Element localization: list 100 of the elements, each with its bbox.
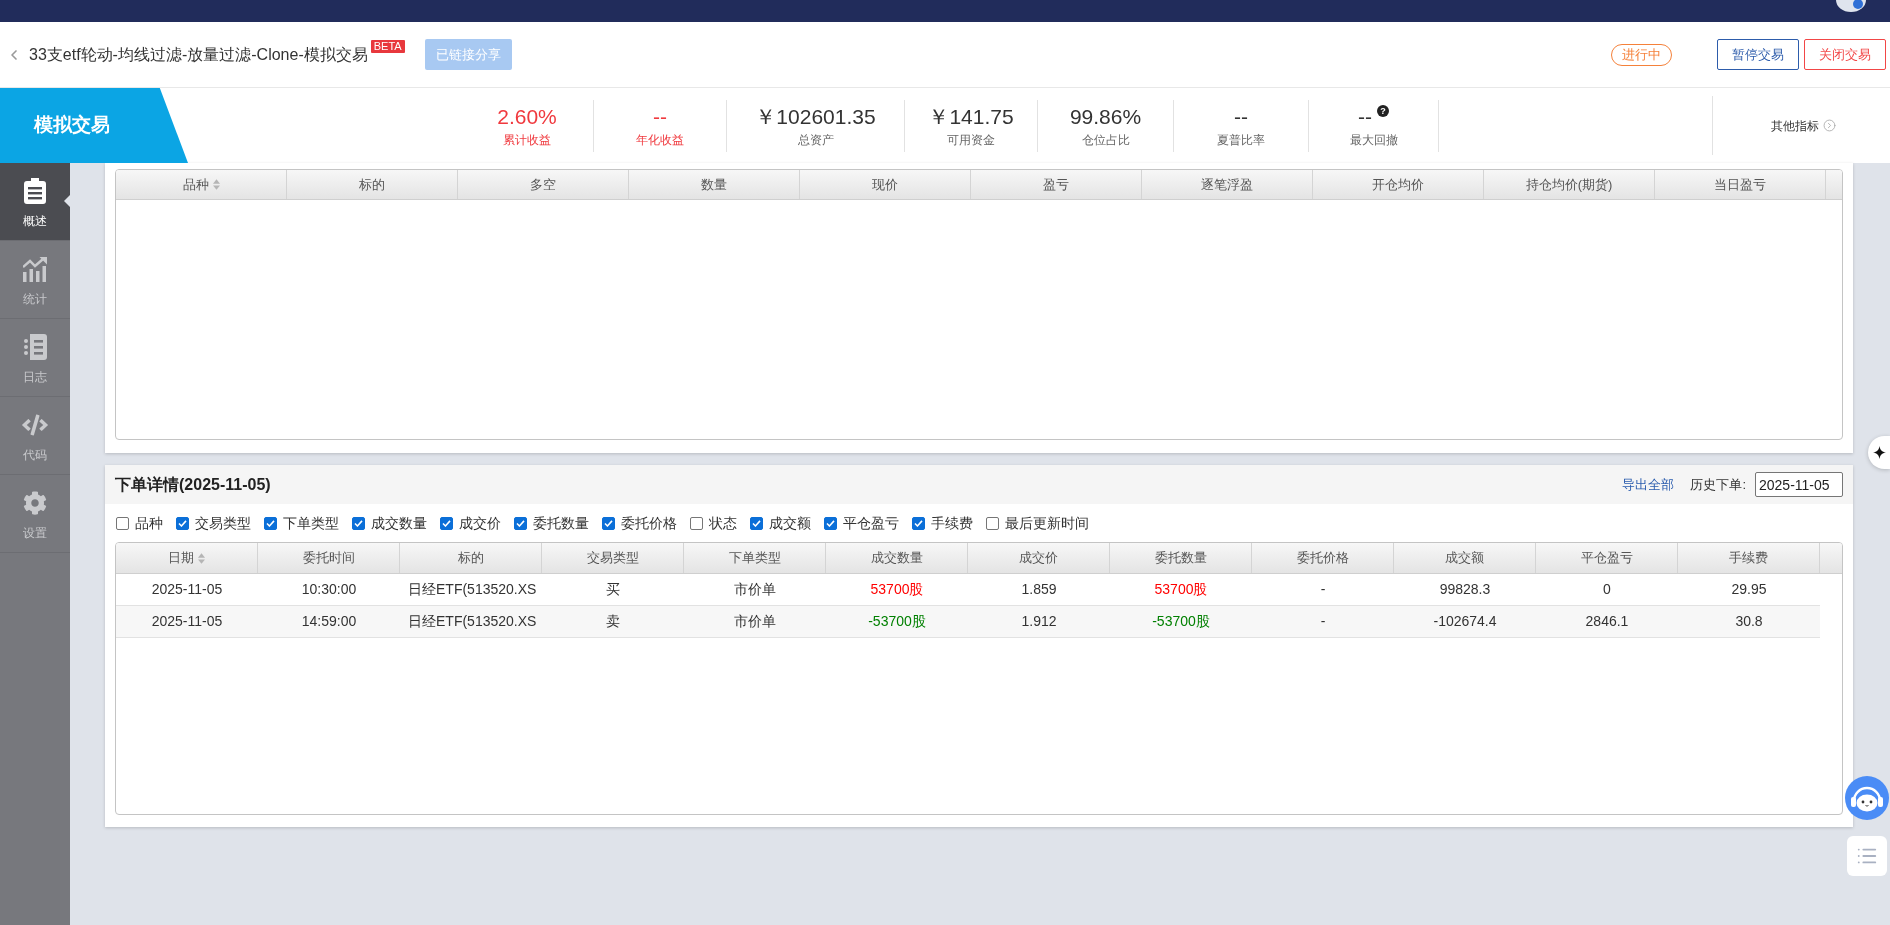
sort-icon xyxy=(198,552,205,564)
code-icon xyxy=(22,414,48,436)
settings-icon xyxy=(23,491,47,515)
table-cell-text: 日经ETF(513520.XS xyxy=(407,580,538,599)
selection-pointer-icon xyxy=(64,195,70,207)
stat-label: 总资产 xyxy=(797,132,834,148)
table-cell-text: 0 xyxy=(1602,580,1612,599)
checkbox[interactable] xyxy=(514,516,527,530)
avatar-icon[interactable] xyxy=(1836,0,1866,12)
checkmark-icon xyxy=(604,519,613,527)
assistant-button[interactable] xyxy=(1868,436,1890,469)
table-cell-text: 卖 xyxy=(605,612,621,631)
table-cell-text: -53700股 xyxy=(867,612,927,631)
column-header: 现价 xyxy=(800,170,971,199)
column-header: 手续费 xyxy=(1678,543,1820,573)
bar-chart-icon xyxy=(23,256,47,282)
table-cell-text: 2846.1 xyxy=(1584,612,1630,631)
table-cell-text: 10:30:00 xyxy=(300,580,358,599)
stat-label: 夏普比率 xyxy=(1217,132,1265,148)
checkbox[interactable] xyxy=(176,516,189,530)
table-cell-text: 99828.3 xyxy=(1438,580,1492,599)
checkbox-label: 成交数量 xyxy=(371,513,427,533)
checkmark-icon xyxy=(516,519,525,527)
column-header: 标的 xyxy=(400,543,542,573)
table-cell-text: 1.912 xyxy=(1020,612,1058,631)
column-header: 开仓均价 xyxy=(1313,170,1484,199)
table-cell-text: 53700股 xyxy=(1153,580,1209,599)
column-header[interactable]: 品种 xyxy=(116,170,287,199)
table-cell-text: 2025-11-05 xyxy=(150,612,224,631)
checkbox-label: 委托数量 xyxy=(533,513,589,533)
stat-value: -- xyxy=(1358,103,1372,130)
checkmark-icon xyxy=(752,519,761,527)
checkbox[interactable] xyxy=(986,516,999,530)
checkbox-label: 手续费 xyxy=(931,513,973,533)
table-cell-text: 2025-11-05 xyxy=(150,580,224,599)
table-cell-text: 市价单 xyxy=(733,580,777,599)
sparkle-icon xyxy=(1873,446,1886,459)
column-header: 委托数量 xyxy=(1110,543,1252,573)
column-header: 当日盈亏 xyxy=(1655,170,1826,199)
history-label: 历史下单: xyxy=(1690,475,1746,494)
table-cell-text: 29.95 xyxy=(1730,580,1768,599)
column-header: 成交价 xyxy=(968,543,1110,573)
checkbox[interactable] xyxy=(690,516,703,530)
more-metrics-link[interactable]: 其他指标 xyxy=(1771,116,1836,135)
export-all-link[interactable]: 导出全部 xyxy=(1622,474,1675,495)
checkbox-label: 交易类型 xyxy=(195,513,251,533)
checkmark-icon xyxy=(354,519,363,527)
stat-value: ￥102601.35 xyxy=(755,103,876,130)
stat-label: 累计收益 xyxy=(503,132,551,148)
clipboard-icon xyxy=(24,178,46,204)
table-cell-text: - xyxy=(1319,612,1327,631)
checkbox-label: 委托价格 xyxy=(621,513,677,533)
checkbox[interactable] xyxy=(352,516,365,530)
checkbox-label: 最后更新时间 xyxy=(1005,513,1089,533)
table-cell-text: 市价单 xyxy=(733,612,777,631)
table-cell-text: 1.859 xyxy=(1020,580,1058,599)
column-header: 成交额 xyxy=(1394,543,1536,573)
table-cell-text: 买 xyxy=(605,580,621,599)
close-trading-button[interactable]: 关闭交易 xyxy=(1804,39,1886,70)
column-header: 盈亏 xyxy=(971,170,1142,199)
sort-icon xyxy=(212,179,220,190)
sidebar-label: 代码 xyxy=(23,448,47,462)
table-cell-text: - xyxy=(1319,580,1327,599)
page-title: 33支etf轮动-均线过滤-放量过滤-Clone-模拟交易 xyxy=(29,44,368,65)
column-header: 委托价格 xyxy=(1252,543,1394,573)
sidebar-item[interactable]: 概述 xyxy=(0,163,70,241)
checkbox[interactable] xyxy=(602,516,615,530)
checkbox[interactable] xyxy=(264,516,277,530)
checkbox[interactable] xyxy=(824,516,837,530)
checkbox[interactable] xyxy=(750,516,763,530)
checkbox-label: 成交价 xyxy=(459,513,501,533)
sidebar-label: 设置 xyxy=(23,526,47,540)
stat-label: 年化收益 xyxy=(636,132,684,148)
date-field[interactable]: 2025-11-05 xyxy=(1755,472,1843,497)
column-header: 成交数量 xyxy=(826,543,968,573)
checkbox[interactable] xyxy=(116,516,129,530)
checkbox-label: 下单类型 xyxy=(283,513,339,533)
table-cell-text: 日经ETF(513520.XS xyxy=(407,612,538,631)
checkmark-icon xyxy=(178,519,187,527)
mode-banner: 模拟交易 xyxy=(0,88,188,163)
checkbox-label: 状态 xyxy=(709,513,737,533)
column-header: 逐笔浮盈 xyxy=(1142,170,1313,199)
column-header: 平仓盈亏 xyxy=(1536,543,1678,573)
column-header[interactable]: 日期 xyxy=(116,543,258,573)
checkbox-label: 品种 xyxy=(135,513,163,533)
checkmark-icon xyxy=(826,519,835,527)
support-button[interactable] xyxy=(1845,776,1889,820)
column-header: 多空 xyxy=(458,170,629,199)
table-cell-text: 30.8 xyxy=(1734,612,1764,631)
checkbox-label: 成交额 xyxy=(769,513,811,533)
help-icon[interactable]: ? xyxy=(1377,104,1389,117)
table-cell-text: -53700股 xyxy=(1151,612,1211,631)
checkbox[interactable] xyxy=(912,516,925,530)
stat-value: -- xyxy=(1234,103,1248,130)
checkbox[interactable] xyxy=(440,516,453,530)
pause-trading-button[interactable]: 暂停交易 xyxy=(1717,39,1799,70)
column-header: 下单类型 xyxy=(684,543,826,573)
stat-value: 2.60% xyxy=(497,103,557,130)
stat-label: 最大回撤 xyxy=(1349,132,1398,148)
stat-label: 仓位占比 xyxy=(1081,132,1130,148)
